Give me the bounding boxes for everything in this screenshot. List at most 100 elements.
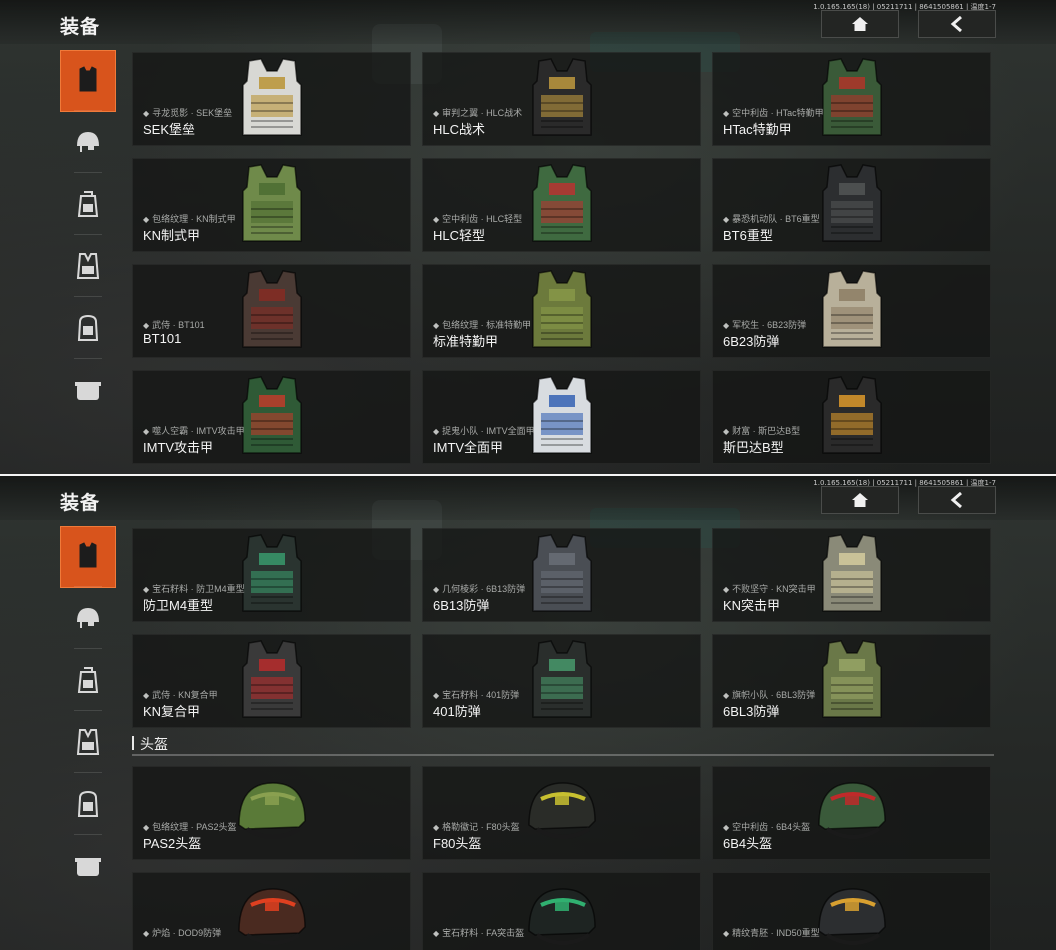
armor-thumbnail — [519, 637, 605, 725]
back-button[interactable] — [918, 486, 996, 514]
skin-subtitle-text: 宝石籽料 · FA突击盔 — [442, 928, 525, 938]
skin-tag-icon: ◆ — [723, 109, 730, 118]
skin-subtitle: ◆ 宝石籽料 · FA突击盔 — [433, 926, 524, 939]
sidebar-separator — [74, 648, 102, 649]
sidebar-item-backpack[interactable] — [60, 174, 116, 234]
item-name: 6B13防弹 — [433, 598, 490, 613]
helmet-card[interactable]: ◆ 包络纹理 · PAS2头盔 PAS2头盔 — [132, 766, 411, 860]
skin-tag-icon: ◆ — [143, 427, 150, 436]
armor-card[interactable]: ◆ 捉鬼小队 · IMTV全面甲 IMTV全面甲 — [422, 370, 701, 464]
sidebar-item-vest[interactable] — [60, 236, 116, 296]
sidebar-item-backpack[interactable] — [60, 650, 116, 710]
sidebar-item-pouch[interactable] — [60, 836, 116, 896]
helmet-card[interactable]: ◆ 格勒徽记 · F80头盔 F80头盔 — [422, 766, 701, 860]
skin-subtitle-text: 武侍 · KN复合甲 — [152, 690, 218, 700]
sidebar-separator — [74, 358, 102, 359]
armor-card[interactable]: ◆ 空中利齿 · HLC轻型 HLC轻型 — [422, 158, 701, 252]
section-title: 头盔 — [140, 736, 168, 752]
sidebar-separator — [74, 586, 102, 587]
home-icon — [852, 493, 868, 507]
skin-subtitle: ◆ 暴恐机动队 · BT6重型 — [723, 212, 820, 225]
skin-tag-icon: ◆ — [723, 585, 730, 594]
skin-subtitle: ◆ 包络纹理 · KN制式甲 — [143, 212, 236, 225]
skin-tag-icon: ◆ — [143, 823, 150, 832]
vest-icon — [76, 253, 100, 279]
armor-card[interactable]: ◆ 宝石籽料 · 防卫M4重型 防卫M4重型 — [132, 528, 411, 622]
armor-card[interactable]: ◆ 几何棱彩 · 6B13防弹 6B13防弹 — [422, 528, 701, 622]
armor-card[interactable]: ◆ 空中利齿 · HTac特勤甲 HTac特勤甲 — [712, 52, 991, 146]
item-name: IMTV攻击甲 — [143, 440, 214, 455]
item-name: 6B23防弹 — [723, 334, 780, 349]
armor-thumbnail — [809, 373, 895, 461]
skin-subtitle-text: 寻龙觅影 · SEK堡垒 — [152, 108, 233, 118]
home-icon — [852, 17, 868, 31]
armor-thumbnail — [519, 55, 605, 143]
back-button[interactable] — [918, 10, 996, 38]
item-name: 斯巴达B型 — [723, 440, 784, 455]
skin-subtitle: ◆ 精纹青胚 · IND50重型 — [723, 926, 820, 939]
armor-card[interactable]: ◆ 噬人空霸 · IMTV攻击甲 IMTV攻击甲 — [132, 370, 411, 464]
armor-thumbnail — [809, 637, 895, 725]
skin-subtitle-text: 宝石籽料 · 401防弹 — [442, 690, 520, 700]
item-name: IMTV全面甲 — [433, 440, 504, 455]
helmet-card[interactable]: ◆ 炉焰 · DOD9防弹 — [132, 872, 411, 950]
skin-subtitle-text: 财富 · 斯巴达B型 — [732, 426, 801, 436]
page-title: 装备 — [60, 493, 101, 514]
armor-card[interactable]: ◆ 包络纹理 · KN制式甲 KN制式甲 — [132, 158, 411, 252]
armor-card[interactable]: ◆ 武侍 · BT101 BT101 — [132, 264, 411, 358]
armor-card[interactable]: ◆ 宝石籽料 · 401防弹 401防弹 — [422, 634, 701, 728]
sidebar-item-helmet[interactable] — [60, 588, 116, 648]
item-name: 防卫M4重型 — [143, 598, 214, 613]
helmet-thumbnail — [809, 875, 895, 950]
armor-thumbnail — [519, 373, 605, 461]
skin-subtitle: ◆ 噬人空霸 · IMTV攻击甲 — [143, 424, 245, 437]
helmet-card[interactable]: ◆ 精纹青胚 · IND50重型 — [712, 872, 991, 950]
skin-subtitle: ◆ 包络纹理 · 标准特勤甲 — [433, 318, 531, 331]
armor-card[interactable]: ◆ 财富 · 斯巴达B型 斯巴达B型 — [712, 370, 991, 464]
skin-subtitle-text: 暴恐机动队 · BT6重型 — [732, 214, 820, 224]
item-name: HLC战术 — [433, 122, 486, 137]
home-button[interactable] — [821, 486, 899, 514]
skin-subtitle-text: 捉鬼小队 · IMTV全面甲 — [442, 426, 535, 436]
vest-icon — [76, 729, 100, 755]
item-name: KN复合甲 — [143, 704, 201, 719]
screenshot-panel-1: 装备 1.0.165.165(18) | 05211711 | 86415058… — [0, 0, 1056, 474]
skin-subtitle-text: 几何棱彩 · 6B13防弹 — [442, 584, 526, 594]
sidebar-item-pouch[interactable] — [60, 360, 116, 420]
sidebar-item-pack[interactable] — [60, 774, 116, 834]
sidebar-item-vest[interactable] — [60, 712, 116, 772]
armor-card[interactable]: ◆ 武侍 · KN复合甲 KN复合甲 — [132, 634, 411, 728]
armor-thumbnail — [229, 161, 315, 249]
skin-subtitle-text: 包络纹理 · 标准特勤甲 — [442, 320, 532, 330]
armor-card[interactable]: ◆ 不败坚守 · KN突击甲 KN突击甲 — [712, 528, 991, 622]
helmet-card[interactable]: ◆ 空中利齿 · 6B4头盔 6B4头盔 — [712, 766, 991, 860]
skin-subtitle: ◆ 炉焰 · DOD9防弹 — [143, 926, 221, 939]
pack-icon — [77, 790, 99, 817]
sidebar-item-pack[interactable] — [60, 298, 116, 358]
armor-card[interactable]: ◆ 寻龙觅影 · SEK堡垒 SEK堡垒 — [132, 52, 411, 146]
screenshot-panel-2: 装备 1.0.165.165(18) | 05211711 | 86415058… — [0, 476, 1056, 950]
armor-card[interactable]: ◆ 包络纹理 · 标准特勤甲 标准特勤甲 — [422, 264, 701, 358]
armor-thumbnail — [229, 373, 315, 461]
skin-subtitle: ◆ 空中利齿 · 6B4头盔 — [723, 820, 810, 833]
sidebar-separator — [74, 296, 102, 297]
armor-card[interactable]: ◆ 暴恐机动队 · BT6重型 BT6重型 — [712, 158, 991, 252]
sidebar-item-helmet[interactable] — [60, 112, 116, 172]
helmet-card[interactable]: ◆ 宝石籽料 · FA突击盔 — [422, 872, 701, 950]
sidebar-item-armor[interactable] — [60, 50, 116, 112]
backpack-icon — [77, 667, 99, 693]
sidebar-item-armor[interactable] — [60, 526, 116, 588]
armor-icon — [79, 66, 97, 92]
page-title: 装备 — [60, 17, 101, 38]
armor-card[interactable]: ◆ 审判之翼 · HLC战术 HLC战术 — [422, 52, 701, 146]
skin-tag-icon: ◆ — [143, 215, 150, 224]
helmet-thumbnail — [229, 875, 315, 950]
skin-subtitle: ◆ 空中利齿 · HLC轻型 — [433, 212, 522, 225]
skin-subtitle: ◆ 审判之翼 · HLC战术 — [433, 106, 522, 119]
skin-subtitle-text: 空中利齿 · 6B4头盔 — [732, 822, 811, 832]
home-button[interactable] — [821, 10, 899, 38]
armor-card[interactable]: ◆ 旗帜小队 · 6BL3防弹 6BL3防弹 — [712, 634, 991, 728]
skin-subtitle: ◆ 寻龙觅影 · SEK堡垒 — [143, 106, 232, 119]
armor-card[interactable]: ◆ 军校生 · 6B23防弹 6B23防弹 — [712, 264, 991, 358]
skin-subtitle-text: 格勒徽记 · F80头盔 — [442, 822, 520, 832]
